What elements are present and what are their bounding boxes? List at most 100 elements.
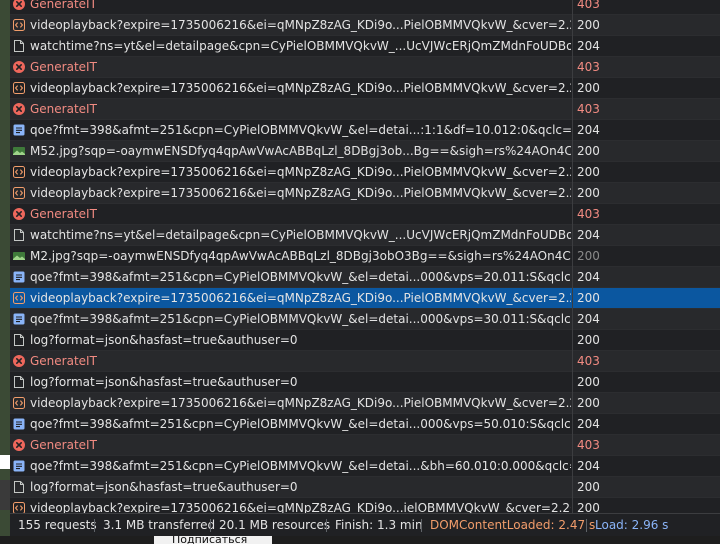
request-status: 403 — [572, 204, 720, 225]
request-status: 204 — [572, 414, 720, 435]
request-status: 200 — [572, 288, 720, 309]
request-status: 204 — [572, 225, 720, 246]
xhr-icon — [13, 271, 25, 283]
request-name-cell: qoe?fmt=398&afmt=251&cpn=CyPielOBMMVQkvW… — [10, 414, 571, 435]
request-row[interactable]: M52.jpg?sqp=-oaymwENSDfyq4qpAwVwAcABBqLz… — [10, 141, 720, 162]
request-row[interactable]: qoe?fmt=398&afmt=251&cpn=CyPielOBMMVQkvW… — [10, 456, 720, 477]
request-row[interactable]: qoe?fmt=398&afmt=251&cpn=CyPielOBMMVQkvW… — [10, 414, 720, 435]
request-row[interactable]: videoplayback?expire=1735006216&ei=qMNpZ… — [10, 393, 720, 414]
request-row[interactable]: watchtime?ns=yt&el=detailpage&cpn=CyPiel… — [10, 36, 720, 57]
load-time: Load: 2.96 s — [595, 518, 669, 532]
divider — [210, 519, 211, 532]
request-name: GenerateIT — [30, 102, 97, 116]
request-name: videoplayback?expire=1735006216&ei=qMNpZ… — [30, 165, 571, 179]
media-icon — [13, 166, 25, 178]
request-status: 200 — [572, 330, 720, 351]
request-status: 403 — [572, 99, 720, 120]
request-status: 200 — [572, 15, 720, 36]
image-icon — [13, 145, 25, 157]
request-name-cell: videoplayback?expire=1735006216&ei=qMNpZ… — [10, 15, 571, 36]
request-row[interactable]: GenerateIT 403 — [10, 204, 720, 225]
request-name: M52.jpg?sqp=-oaymwENSDfyq4qpAwVwAcABBqLz… — [30, 144, 571, 158]
request-status: 200 — [572, 393, 720, 414]
network-panel: GenerateIT 403 videoplayback?expire=173500… — [10, 0, 720, 536]
request-name: log?format=json&hasfast=true&authuser=0 — [30, 375, 298, 389]
request-name-cell: M2.jpg?sqp=-oaymwENSDfyq4qpAwVwAcABBqLzl… — [10, 246, 571, 267]
request-name-cell: videoplayback?expire=1735006216&ei=qMNpZ… — [10, 183, 571, 204]
request-name: log?format=json&hasfast=true&authuser=0 — [30, 480, 298, 494]
request-name: GenerateIT — [30, 438, 97, 452]
request-row[interactable]: videoplayback?expire=1735006216&ei=qMNpZ… — [10, 15, 720, 36]
request-status: 204 — [572, 456, 720, 477]
request-row[interactable]: GenerateIT 403 — [10, 57, 720, 78]
document-icon — [13, 376, 25, 388]
request-row[interactable]: GenerateIT 403 — [10, 99, 720, 120]
request-name-cell: log?format=json&hasfast=true&authuser=0 — [10, 372, 571, 393]
request-name: GenerateIT — [30, 60, 97, 74]
request-row[interactable]: qoe?fmt=398&afmt=251&cpn=CyPielOBMMVQkvW… — [10, 309, 720, 330]
subscribe-label: Подписаться — [172, 536, 248, 544]
request-row[interactable]: videoplayback?expire=1735006216&ei=qMNpZ… — [10, 288, 720, 309]
page-behind-strip — [0, 0, 10, 544]
request-status: 200 — [572, 162, 720, 183]
dom-content-loaded-time: DOMContentLoaded: 2.47 s — [430, 518, 596, 532]
request-name: videoplayback?expire=1735006216&ei=qMNpZ… — [30, 81, 571, 95]
request-name: videoplayback?expire=1735006216&ei=qMNpZ… — [30, 18, 571, 32]
request-name-cell: GenerateIT — [10, 351, 571, 372]
request-name-cell: videoplayback?expire=1735006216&ei=qMNpZ… — [10, 162, 571, 183]
request-name-cell: watchtime?ns=yt&el=detailpage&cpn=CyPiel… — [10, 36, 571, 57]
request-row[interactable]: GenerateIT 403 — [10, 0, 720, 15]
request-name: qoe?fmt=398&afmt=251&cpn=CyPielOBMMVQkvW… — [30, 459, 571, 473]
request-name-cell: log?format=json&hasfast=true&authuser=0 — [10, 477, 571, 498]
request-name-cell: M52.jpg?sqp=-oaymwENSDfyq4qpAwVwAcABBqLz… — [10, 141, 571, 162]
request-status: 204 — [572, 120, 720, 141]
request-count: 155 requests — [18, 518, 97, 532]
page-behind-fragment — [0, 480, 10, 510]
divider — [326, 519, 327, 532]
request-name-cell: qoe?fmt=398&afmt=251&cpn=CyPielOBMMVQkvW… — [10, 309, 571, 330]
request-status: 200 — [572, 477, 720, 498]
request-name-cell: GenerateIT — [10, 57, 571, 78]
request-row[interactable]: log?format=json&hasfast=true&authuser=0 2… — [10, 372, 720, 393]
request-name-cell: videoplayback?expire=1735006216&ei=qMNpZ… — [10, 288, 571, 309]
request-row[interactable]: log?format=json&hasfast=true&authuser=0 2… — [10, 330, 720, 351]
request-name: watchtime?ns=yt&el=detailpage&cpn=CyPiel… — [30, 228, 571, 242]
request-name-cell: qoe?fmt=398&afmt=251&cpn=CyPielOBMMVQkvW… — [10, 120, 571, 141]
xhr-icon — [13, 460, 25, 472]
request-row[interactable]: GenerateIT 403 — [10, 351, 720, 372]
request-name: qoe?fmt=398&afmt=251&cpn=CyPielOBMMVQkvW… — [30, 417, 571, 431]
request-row[interactable]: videoplayback?expire=1735006216&ei=qMNpZ… — [10, 78, 720, 99]
request-row[interactable]: qoe?fmt=398&afmt=251&cpn=CyPielOBMMVQkvW… — [10, 120, 720, 141]
request-status: 403 — [572, 0, 720, 15]
request-row[interactable]: M2.jpg?sqp=-oaymwENSDfyq4qpAwVwAcABBqLzl… — [10, 246, 720, 267]
request-row[interactable]: watchtime?ns=yt&el=detailpage&cpn=CyPiel… — [10, 225, 720, 246]
error-icon — [13, 0, 25, 10]
resources-size: 20.1 MB resources — [219, 518, 331, 532]
document-icon — [13, 229, 25, 241]
request-name: log?format=json&hasfast=true&authuser=0 — [30, 333, 298, 347]
request-status: 403 — [572, 435, 720, 456]
request-row[interactable]: videoplayback?expire=1735006216&ei=qMNpZ… — [10, 162, 720, 183]
request-status: 200 — [572, 78, 720, 99]
request-row[interactable]: qoe?fmt=398&afmt=251&cpn=CyPielOBMMVQkvW… — [10, 267, 720, 288]
error-icon — [13, 61, 25, 73]
request-status: 204 — [572, 36, 720, 57]
request-status: 200 — [572, 141, 720, 162]
request-name-cell: qoe?fmt=398&afmt=251&cpn=CyPielOBMMVQkvW… — [10, 267, 571, 288]
media-icon — [13, 19, 25, 31]
document-icon — [13, 481, 25, 493]
request-status: 204 — [572, 309, 720, 330]
error-icon — [13, 439, 25, 451]
subscribe-button[interactable]: Подписаться — [154, 536, 272, 544]
request-name-cell: GenerateIT — [10, 435, 571, 456]
finish-time: Finish: 1.3 min — [335, 518, 423, 532]
request-name: qoe?fmt=398&afmt=251&cpn=CyPielOBMMVQkvW… — [30, 312, 571, 326]
document-icon — [13, 40, 25, 52]
request-name: videoplayback?expire=1735006216&ei=qMNpZ… — [30, 396, 571, 410]
request-row[interactable]: GenerateIT 403 — [10, 435, 720, 456]
request-row[interactable]: log?format=json&hasfast=true&authuser=0 2… — [10, 477, 720, 498]
media-icon — [13, 82, 25, 94]
divider — [586, 519, 587, 532]
request-row[interactable]: videoplayback?expire=1735006216&ei=qMNpZ… — [10, 183, 720, 204]
request-status: 200 — [572, 372, 720, 393]
